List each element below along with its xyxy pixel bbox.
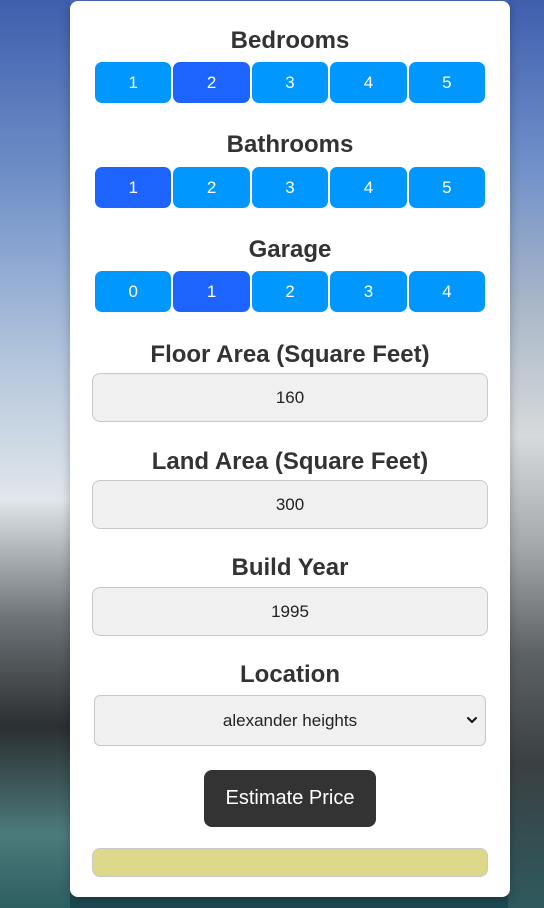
bathrooms-option-4[interactable]: 4	[329, 166, 408, 209]
bathrooms-option-5[interactable]: 5	[407, 166, 487, 209]
bathrooms-option-3[interactable]: 3	[250, 166, 330, 209]
garage-option-2[interactable]: 2	[250, 270, 330, 313]
estimate-price-button[interactable]: Estimate Price	[204, 770, 376, 827]
location-selected-value: alexander heights	[222, 710, 358, 730]
garage-option-1[interactable]: 1	[172, 270, 251, 313]
bedrooms-heading: Bedrooms	[230, 27, 350, 54]
land-area-heading: Land Area (Square Feet)	[151, 448, 429, 475]
estimated-price-result	[92, 848, 488, 877]
floor-area-input[interactable]	[92, 373, 488, 422]
land-area-input[interactable]	[92, 480, 488, 529]
garage-option-3[interactable]: 3	[329, 270, 408, 313]
garage-option-0[interactable]: 0	[94, 270, 173, 313]
bathrooms-heading: Bathrooms	[226, 131, 354, 158]
garage-options: 0 1 2 3 4	[94, 270, 487, 313]
background-image-left	[0, 0, 70, 908]
bedrooms-option-1[interactable]: 1	[94, 61, 173, 104]
bathrooms-option-1[interactable]: 1	[94, 166, 173, 209]
floor-area-heading: Floor Area (Square Feet)	[150, 341, 430, 368]
background-image-right	[508, 0, 544, 908]
garage-option-4[interactable]: 4	[407, 270, 487, 313]
build-year-heading: Build Year	[231, 554, 349, 581]
bedrooms-option-5[interactable]: 5	[407, 61, 487, 104]
garage-heading: Garage	[248, 236, 332, 263]
bathrooms-option-2[interactable]: 2	[172, 166, 251, 209]
estimator-form-card: Bedrooms 1 2 3 4 5 Bathrooms 1 2 3 4 5 G…	[70, 1, 510, 897]
bedrooms-option-4[interactable]: 4	[329, 61, 408, 104]
bedrooms-option-2[interactable]: 2	[172, 61, 251, 104]
location-select[interactable]: alexander heights	[94, 695, 486, 746]
location-heading: Location	[240, 661, 340, 688]
bathrooms-options: 1 2 3 4 5	[94, 166, 487, 209]
bedrooms-option-3[interactable]: 3	[250, 61, 330, 104]
build-year-input[interactable]	[92, 587, 488, 636]
chevron-down-icon	[467, 717, 477, 723]
bedrooms-options: 1 2 3 4 5	[94, 61, 487, 104]
